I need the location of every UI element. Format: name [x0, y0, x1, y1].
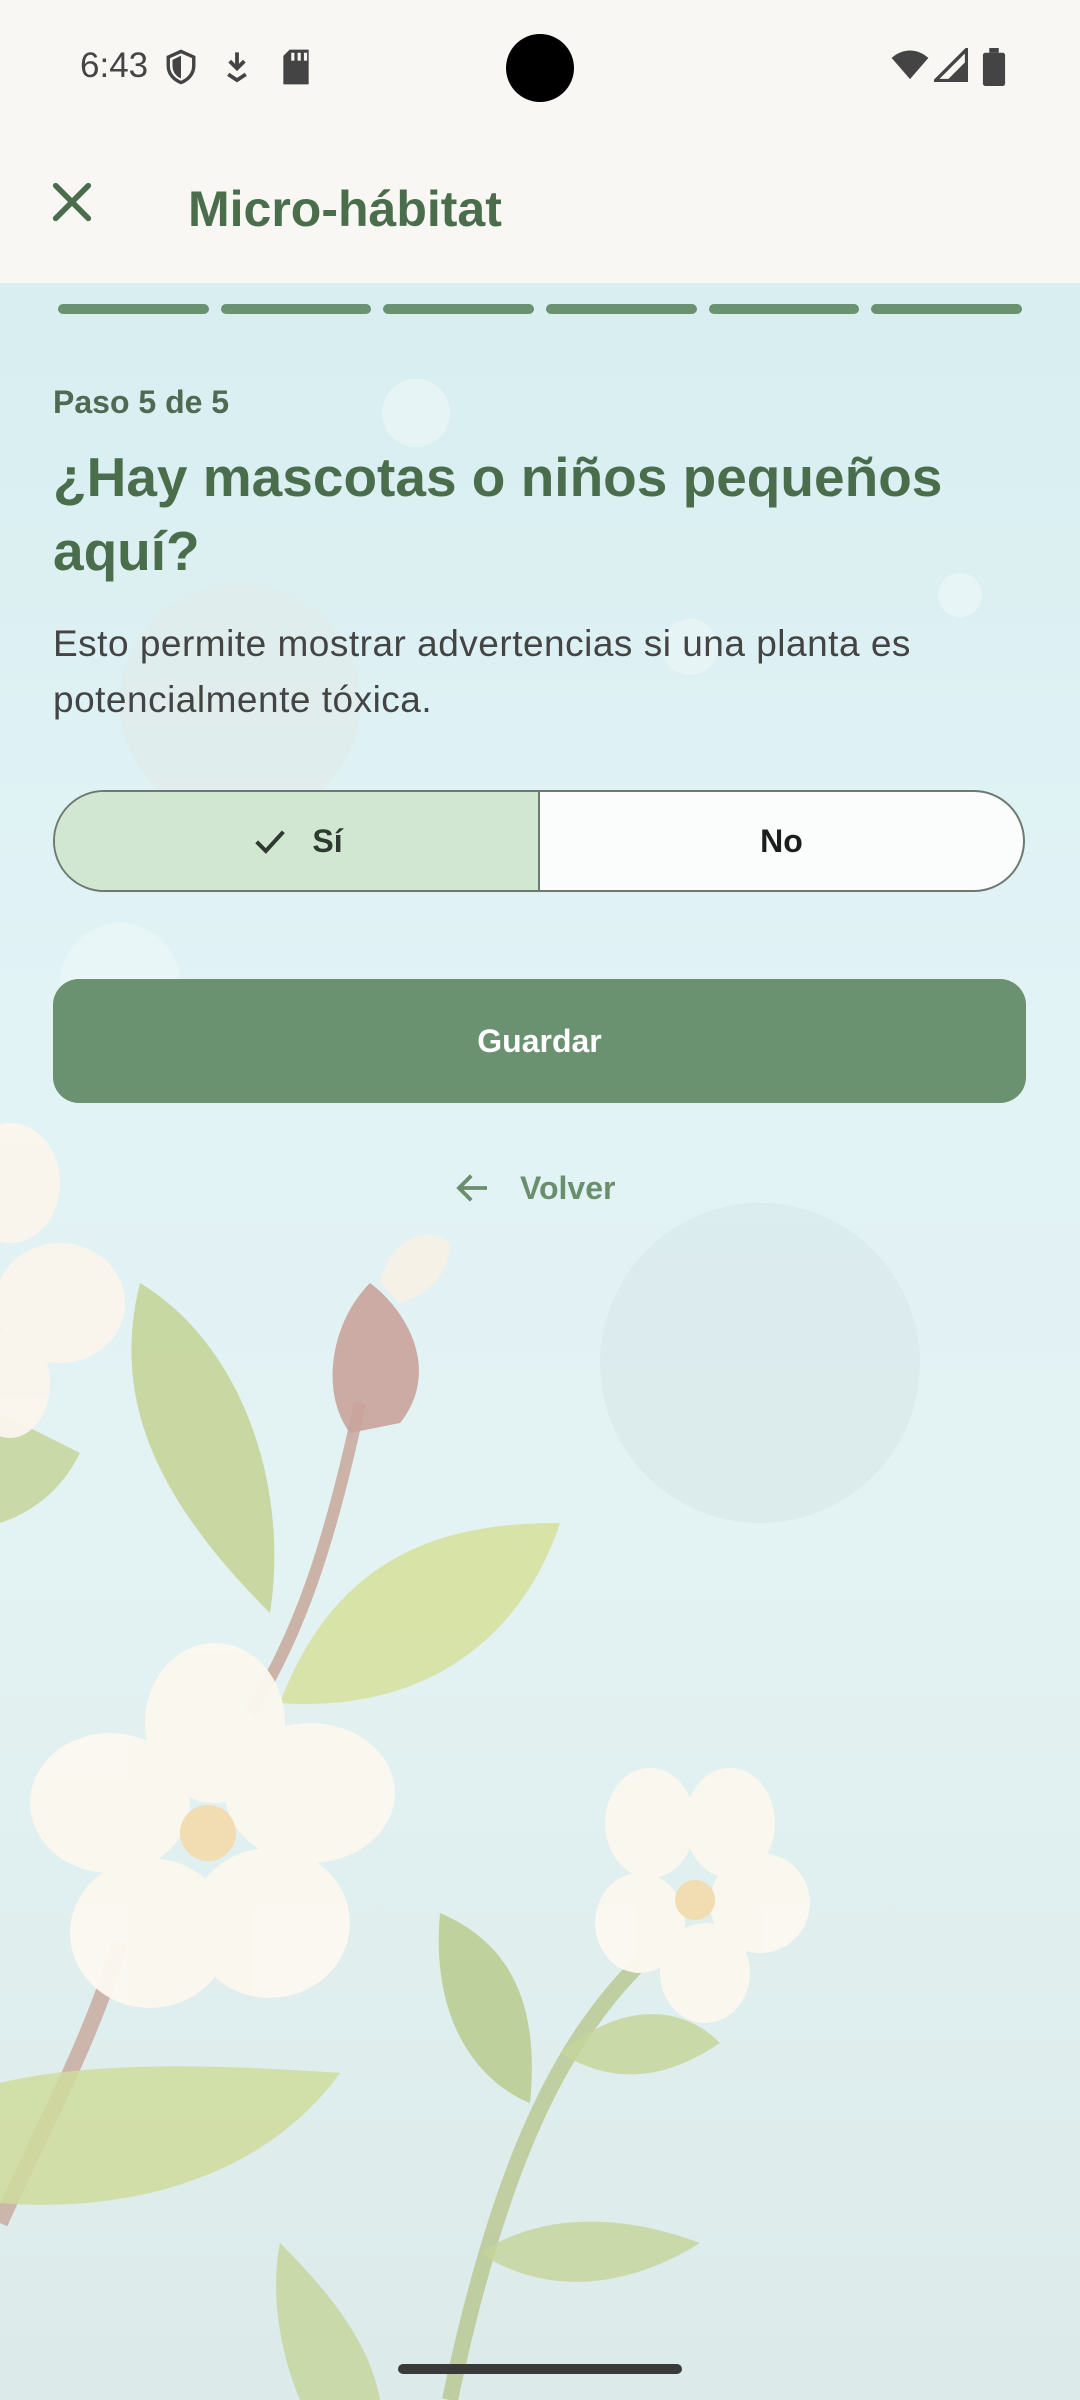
- save-button-label: Guardar: [477, 1022, 602, 1059]
- close-icon[interactable]: [44, 174, 100, 230]
- back-button-label: Volver: [520, 1169, 616, 1206]
- back-button[interactable]: Volver: [452, 1160, 615, 1216]
- wifi-icon: [891, 50, 929, 80]
- app-bar: [0, 135, 1080, 283]
- progress-segment: [871, 304, 1023, 314]
- option-no[interactable]: No: [540, 792, 1023, 890]
- option-yes[interactable]: Sí: [55, 792, 540, 890]
- flower-illustration: [0, 379, 982, 2400]
- status-bar: 6:43: [0, 0, 1080, 135]
- progress-segment: [383, 304, 535, 314]
- home-indicator[interactable]: [398, 2364, 682, 2374]
- step-counter: Paso 5 de 5: [53, 384, 230, 420]
- front-camera: [506, 34, 574, 102]
- question-heading: ¿Hay mascotas o niños pequeños aquí?: [53, 446, 943, 582]
- save-button[interactable]: Guardar: [53, 979, 1026, 1103]
- progress-segment: [220, 304, 372, 314]
- step-progress-bar: [58, 304, 1023, 314]
- yes-no-toggle: Sí No: [53, 790, 1025, 892]
- question-helper-text: Esto permite mostrar advertencias si una…: [53, 623, 911, 720]
- shield-icon: [166, 49, 196, 85]
- download-icon: [227, 52, 247, 83]
- arrow-left-icon: [456, 1174, 487, 1202]
- progress-segment: [708, 304, 860, 314]
- status-time: 6:43: [80, 46, 149, 85]
- option-yes-label: Sí: [312, 822, 343, 859]
- progress-segment: [58, 304, 209, 314]
- progress-segment: [546, 304, 697, 314]
- battery-icon: [982, 48, 1006, 86]
- page-title: Micro-hábitat: [188, 181, 502, 237]
- sd-card-icon: [283, 49, 309, 85]
- option-no-label: No: [760, 822, 803, 859]
- signal-icon: [934, 48, 968, 82]
- check-icon: [255, 830, 286, 854]
